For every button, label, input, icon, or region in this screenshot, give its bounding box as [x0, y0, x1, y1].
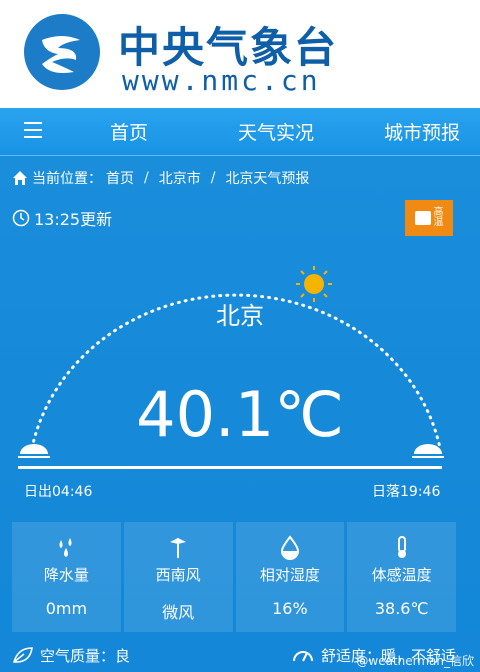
stat-wind: 西南风 微风	[123, 522, 233, 632]
thermometer-icon	[397, 536, 406, 558]
menu-icon[interactable]	[24, 122, 42, 142]
stat-label: 降水量	[43, 566, 89, 584]
stat-label: 西南风	[155, 566, 201, 584]
city-name: 北京	[216, 302, 264, 330]
top-nav: 首页 天气实况 城市预报	[0, 108, 480, 156]
stat-value: 0mm	[45, 599, 88, 618]
air-quality[interactable]: 空气质量：良	[12, 645, 130, 666]
nav-forecast[interactable]: 城市预报	[384, 118, 460, 145]
drop-icon	[280, 535, 299, 560]
stat-value: 38.6℃	[374, 599, 429, 618]
nav-home[interactable]: 首页	[110, 118, 148, 145]
stat-feels-like: 体感温度 38.6℃	[347, 522, 456, 632]
sunset-time: 日落19:46	[372, 484, 441, 500]
sunrise-time: 日出04:46	[24, 484, 93, 500]
gauge-icon	[292, 651, 313, 662]
site-header: 中央气象台 www.nmc.cn	[0, 0, 480, 108]
nav-live[interactable]: 天气实况	[238, 118, 314, 145]
wind-icon	[170, 538, 187, 558]
horizon-line	[18, 466, 442, 469]
stat-value: 微风	[162, 603, 195, 622]
site-url[interactable]: www.nmc.cn	[122, 64, 321, 97]
leaf-icon	[12, 647, 33, 663]
drops-icon	[59, 538, 72, 557]
stat-value: 16%	[272, 599, 308, 618]
stat-label: 体感温度	[371, 566, 432, 584]
stat-label: 相对湿度	[259, 566, 320, 584]
air-quality-text: 空气质量：良	[40, 646, 131, 665]
current-temperature: 40.1℃	[136, 378, 344, 451]
stat-precipitation: 降水量 0mm	[12, 522, 121, 632]
stats-grid: 降水量 0mm 西南风 微风 相对湿度 16% 体感温度 38.6℃	[12, 522, 456, 632]
weather-panel: 当前位置： 首页 / 北京市 / 北京天气预报 13:25更新 高 温 北京 4…	[0, 156, 480, 672]
watermark: @weatherman_信欣	[356, 654, 474, 668]
nmc-logo[interactable]	[22, 12, 102, 92]
stat-humidity: 相对湿度 16%	[235, 522, 345, 632]
